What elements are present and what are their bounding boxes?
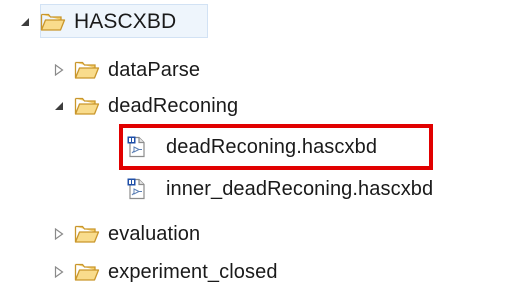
- project-tree: HASCXBD dataParse deadReconing deadRecon…: [0, 0, 512, 290]
- tree-item-label: HASCXBD: [74, 10, 177, 33]
- tree-item-hascxbd[interactable]: HASCXBD: [18, 2, 176, 42]
- tree-item-label: inner_deadReconing.hascxbd: [166, 178, 434, 200]
- collapsed-arrow-icon[interactable]: [52, 63, 66, 77]
- collapsed-arrow-icon[interactable]: [52, 265, 66, 279]
- folder-open-icon: [74, 58, 100, 82]
- tree-item-label: evaluation: [108, 223, 201, 245]
- tree-item-experiment-closed[interactable]: experiment_closed: [52, 252, 278, 290]
- tree-item-inner-deadreconing-hascxbd[interactable]: inner_deadReconing.hascxbd: [126, 169, 433, 209]
- collapsed-arrow-icon[interactable]: [52, 227, 66, 241]
- folder-open-icon: [74, 260, 100, 284]
- tree-item-label: dataParse: [108, 59, 201, 81]
- tree-item-dataparse[interactable]: dataParse: [52, 50, 200, 90]
- hascxbd-file-icon: [126, 177, 148, 201]
- tree-item-deadreconing[interactable]: deadReconing: [52, 86, 238, 126]
- folder-open-icon: [74, 94, 100, 118]
- tree-item-deadreconing-hascxbd[interactable]: deadReconing.hascxbd: [126, 127, 377, 167]
- tree-item-label: deadReconing: [108, 95, 239, 117]
- tree-item-label: experiment_closed: [108, 261, 278, 283]
- expanded-arrow-icon[interactable]: [18, 15, 32, 29]
- expanded-arrow-icon[interactable]: [52, 99, 66, 113]
- tree-item-label: deadReconing.hascxbd: [166, 136, 378, 158]
- tree-item-evaluation[interactable]: evaluation: [52, 214, 200, 254]
- folder-open-icon: [74, 222, 100, 246]
- hascxbd-file-icon: [126, 135, 148, 159]
- folder-open-icon: [40, 10, 66, 34]
